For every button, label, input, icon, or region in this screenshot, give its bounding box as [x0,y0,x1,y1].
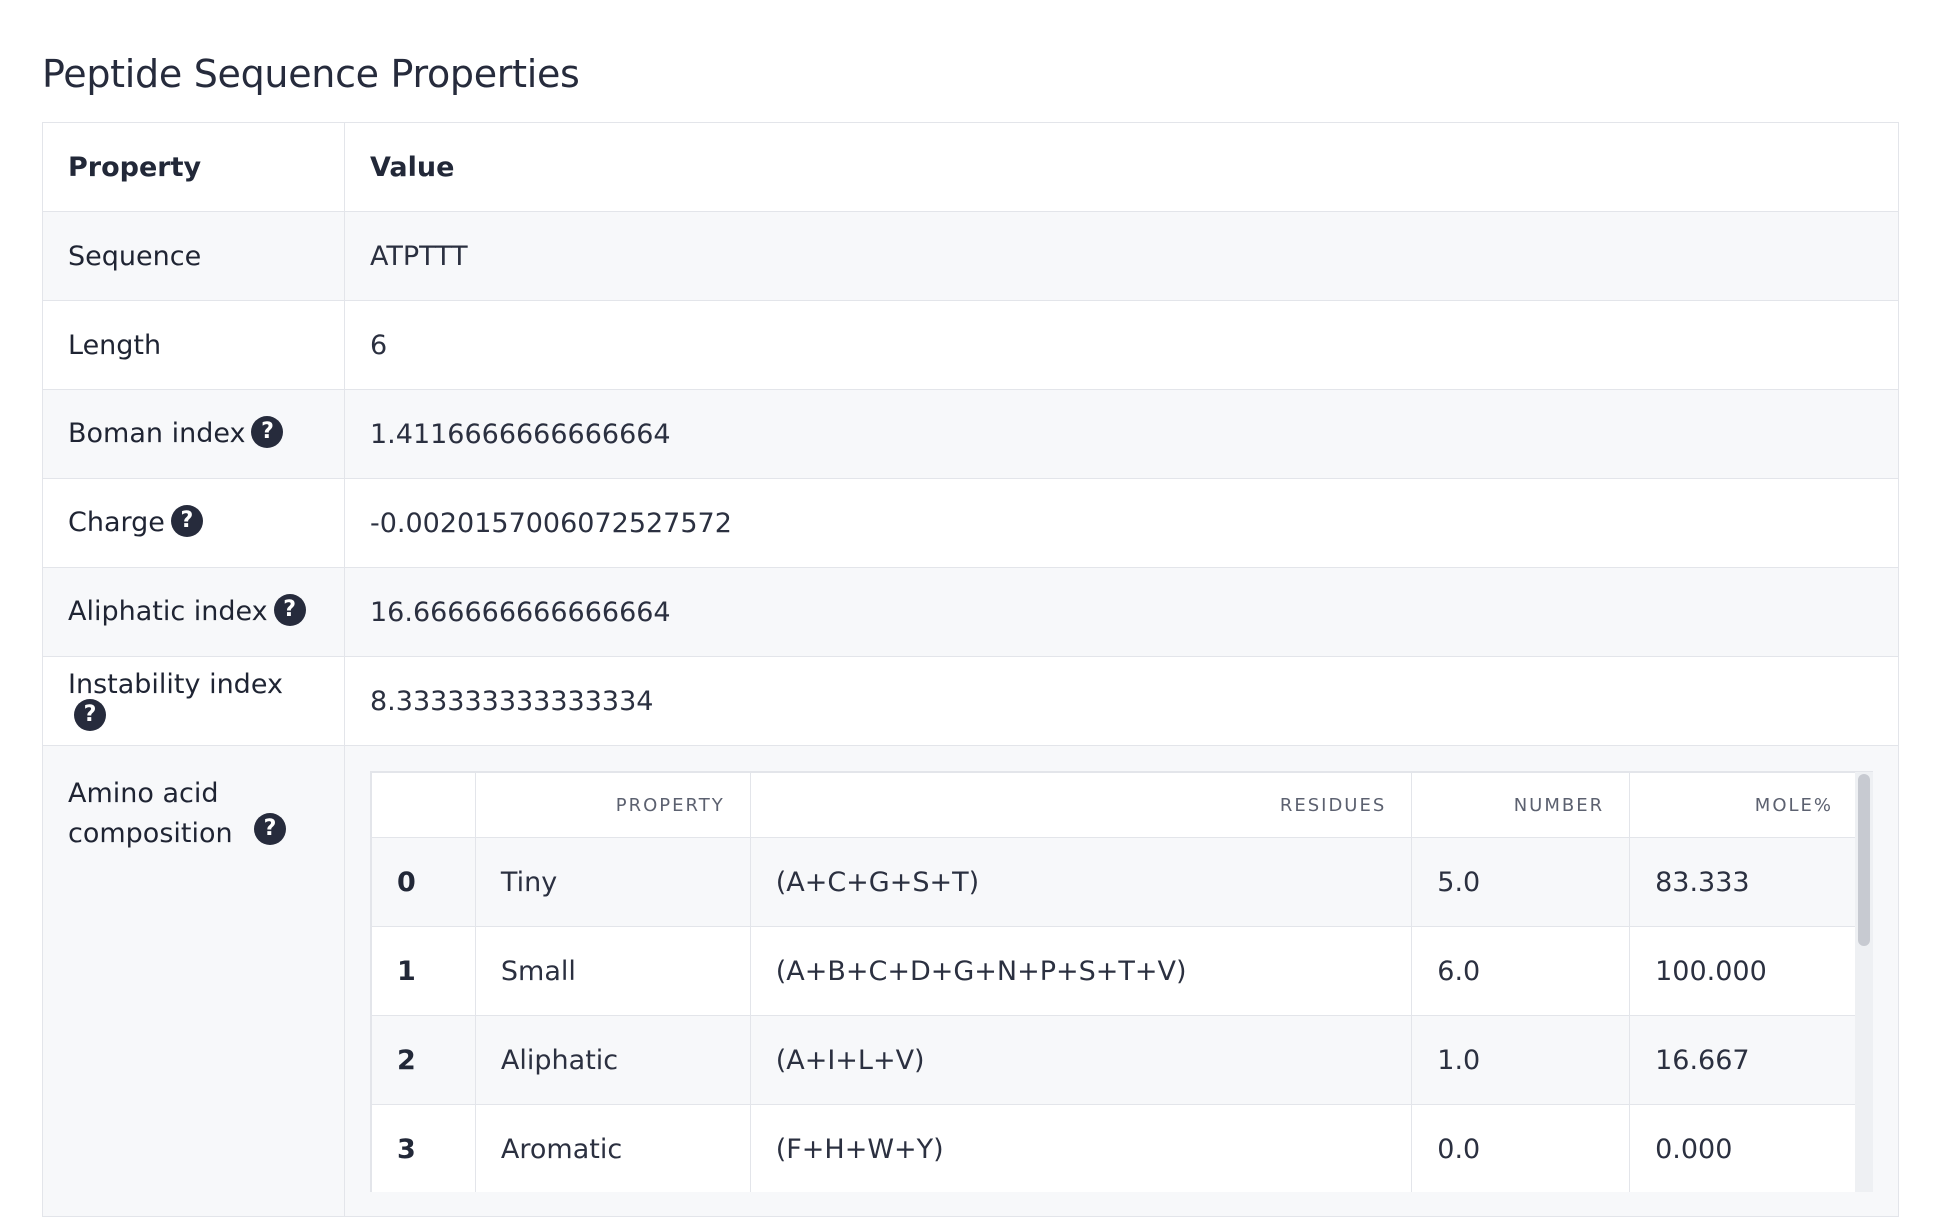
cell-number: 0.0 [1411,1104,1631,1192]
row-label-text: Boman index [68,417,246,449]
row-label: Charge? [42,478,345,568]
help-icon[interactable]: ? [74,698,106,731]
cell-residues: (A+C+G+S+T) [749,837,1413,927]
cell-residues: (A+I+L+V) [749,1015,1413,1105]
row-label: Instability index? [42,656,345,746]
cell-mole: 83.333 [1629,837,1859,927]
amino-header-property[interactable]: PROPERTY [474,772,751,838]
table-row-amino-acid-composition: Amino acid composition? PROPERTY RESIDUE… [42,745,1899,1217]
page: Peptide Sequence Properties Property Val… [0,0,1940,1217]
row-label: Sequence [42,211,345,301]
row-value: 16.666666666666664 [344,567,1899,657]
cell-number: 1.0 [1411,1015,1631,1105]
row-value: ATPTTT [344,211,1899,301]
help-icon[interactable]: ? [273,594,306,627]
table-header-row: Property Value [42,122,1899,212]
amino-acid-table-scroll[interactable]: PROPERTY RESIDUES NUMBER MOLE% 0 Tiny (A… [370,771,1873,1192]
table-row-aliphatic-index: Aliphatic index? 16.666666666666664 [42,567,1899,657]
table-row-sequence: Sequence ATPTTT [42,211,1899,301]
table-row-charge: Charge? -0.0020157006072527572 [42,478,1899,568]
row-value: 8.333333333333334 [344,656,1899,746]
row-value: -0.0020157006072527572 [344,478,1899,568]
amino-acid-table: PROPERTY RESIDUES NUMBER MOLE% 0 Tiny (A… [371,772,1859,1192]
row-label: Aliphatic index? [42,567,345,657]
table-row: 3 Aromatic (F+H+W+Y) 0.0 0.000 [371,1104,1859,1192]
table-row: 0 Tiny (A+C+G+S+T) 5.0 83.333 [371,837,1859,927]
amino-header-row: PROPERTY RESIDUES NUMBER MOLE% [371,772,1859,838]
row-label-text: Length [68,329,162,361]
row-value: 6 [344,300,1899,390]
amino-header-index [371,772,476,838]
table-row-length: Length 6 [42,300,1899,390]
help-icon[interactable]: ? [251,416,284,449]
row-label-text: Sequence [68,240,202,272]
properties-table: Property Value Sequence ATPTTT Length 6 … [42,122,1899,1217]
cell-number: 6.0 [1411,926,1631,1016]
help-icon[interactable]: ? [170,505,203,538]
row-index: 3 [371,1104,476,1192]
cell-property: Tiny [474,837,751,927]
cell-property: Aromatic [474,1104,751,1192]
header-value: Value [344,122,1899,212]
row-label-text: Charge [68,506,165,538]
scrollbar-thumb[interactable] [1858,774,1870,946]
row-value: 1.4116666666666664 [344,389,1899,479]
row-index: 2 [371,1015,476,1105]
cell-property: Small [474,926,751,1016]
row-label: Length [42,300,345,390]
row-index: 1 [371,926,476,1016]
table-row-instability-index: Instability index? 8.333333333333334 [42,656,1899,746]
amino-header-mole[interactable]: MOLE% [1629,772,1859,838]
cell-mole: 100.000 [1629,926,1859,1016]
amino-header-residues[interactable]: RESIDUES [749,772,1413,838]
amino-header-number[interactable]: NUMBER [1411,772,1631,838]
header-property: Property [42,122,345,212]
page-title: Peptide Sequence Properties [42,52,580,96]
vertical-scrollbar[interactable] [1855,772,1873,1192]
table-row-boman-index: Boman index? 1.4116666666666664 [42,389,1899,479]
cell-residues: (F+H+W+Y) [749,1104,1413,1192]
cell-mole: 16.667 [1629,1015,1859,1105]
cell-property: Aliphatic [474,1015,751,1105]
table-row: 1 Small (A+B+C+D+G+N+P+S+T+V) 6.0 100.00… [371,926,1859,1016]
row-label: Amino acid composition? [42,745,345,1217]
help-icon[interactable]: ? [254,812,286,845]
row-index: 0 [371,837,476,927]
cell-mole: 0.000 [1629,1104,1859,1192]
cell-residues: (A+B+C+D+G+N+P+S+T+V) [749,926,1413,1016]
table-row: 2 Aliphatic (A+I+L+V) 1.0 16.667 [371,1015,1859,1105]
row-label-text: Amino acid composition [68,778,233,849]
row-label: Boman index? [42,389,345,479]
row-label-text: Aliphatic index [68,595,268,627]
cell-number: 5.0 [1411,837,1631,927]
row-label-text: Instability index [68,669,283,701]
row-value: PROPERTY RESIDUES NUMBER MOLE% 0 Tiny (A… [344,745,1899,1217]
